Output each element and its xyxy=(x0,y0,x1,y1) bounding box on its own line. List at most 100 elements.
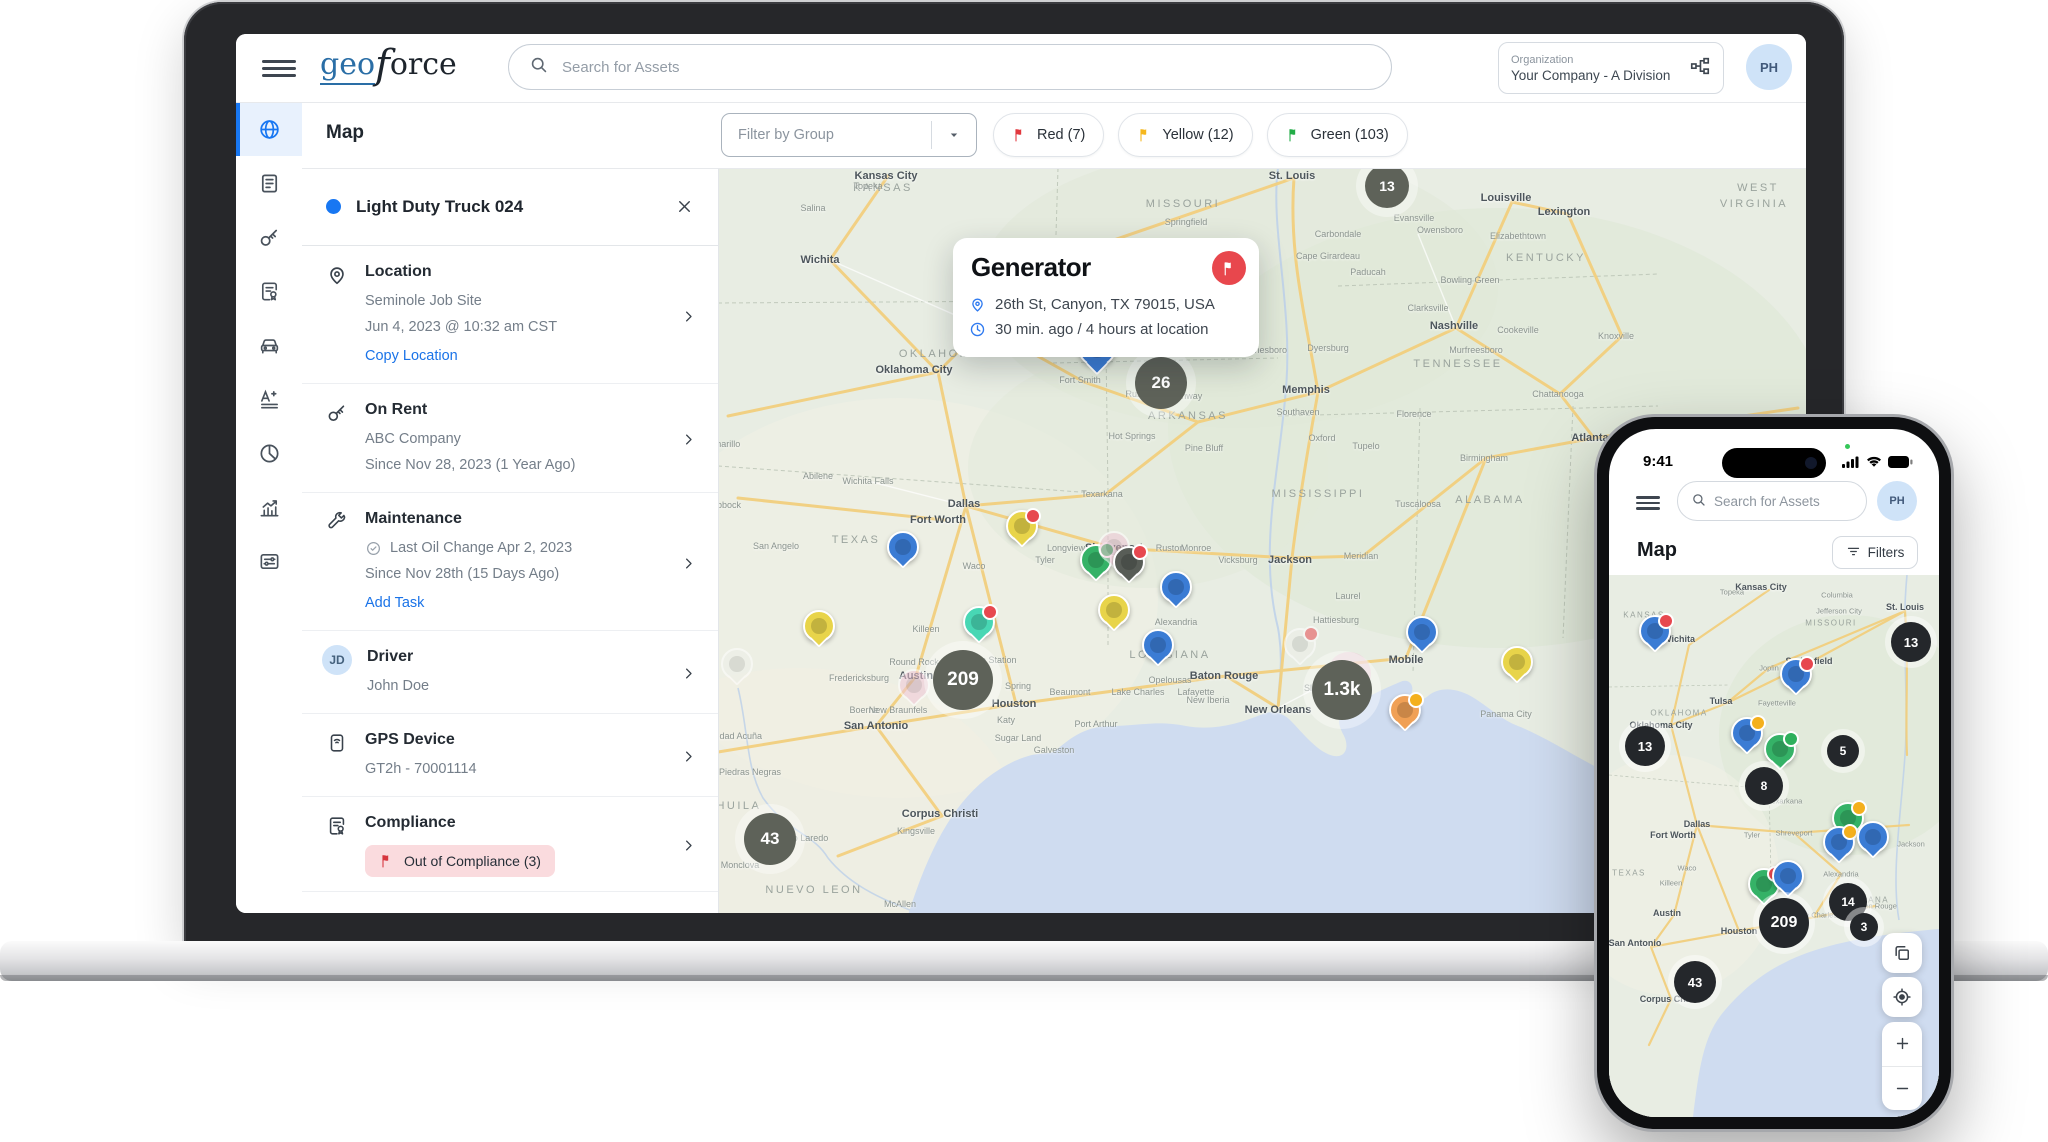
map-pin-blue[interactable] xyxy=(1857,821,1889,853)
phone-asset-search[interactable]: Search for Assets xyxy=(1677,481,1867,521)
phone-map[interactable]: KANSASMISSOURIOKLAHOMATEXASLOUISIANAKans… xyxy=(1609,575,1939,1117)
map-cluster-8[interactable]: 8 xyxy=(1745,767,1783,805)
map-label: Louisville xyxy=(1481,192,1532,204)
map-cluster-43[interactable]: 43 xyxy=(1674,961,1716,1003)
console-icon xyxy=(258,550,281,573)
flag-icon xyxy=(379,853,395,869)
asset-search[interactable] xyxy=(508,44,1392,90)
analytics-icon xyxy=(258,496,281,519)
map-label: Bowling Green xyxy=(1440,275,1499,285)
map-label: KENTUCKY xyxy=(1506,252,1586,264)
map-label: Baton Rouge xyxy=(1190,670,1258,682)
map-label: Nashville xyxy=(1430,320,1478,332)
status-dot-red xyxy=(1658,613,1674,629)
map-pin-blue[interactable] xyxy=(1160,571,1192,603)
map-pin-blue[interactable] xyxy=(1780,658,1812,690)
map-pin-yellow[interactable] xyxy=(1098,594,1130,626)
red-flag-button[interactable] xyxy=(1212,251,1246,285)
map-label: Wichita Falls xyxy=(842,476,893,486)
map-label: OKLAHOMA xyxy=(1650,709,1707,718)
map-pin-green[interactable] xyxy=(1764,733,1796,765)
map-pin-teal[interactable] xyxy=(963,606,995,638)
flag-filter-green[interactable]: Green (103) xyxy=(1267,113,1408,157)
user-avatar[interactable]: PH xyxy=(1746,44,1792,90)
map-label: Elizabethtown xyxy=(1490,231,1546,241)
map-pin-white[interactable] xyxy=(721,648,753,680)
filter-by-group-dropdown[interactable]: Filter by Group xyxy=(721,113,977,157)
map-label: New Orleans xyxy=(1245,704,1312,716)
map-cluster-1.3k[interactable]: 1.3k xyxy=(1312,660,1372,720)
phone-user-avatar[interactable]: PH xyxy=(1877,481,1917,521)
flag-filter-yellow[interactable]: Yellow (12) xyxy=(1118,113,1252,157)
flag-filter-red[interactable]: Red (7) xyxy=(993,113,1104,157)
map-label: Killeen xyxy=(1660,879,1683,888)
sidebar-item-form[interactable] xyxy=(236,156,302,210)
map-label: MISSOURI xyxy=(1146,198,1220,210)
map-label: Southaven xyxy=(1276,407,1319,417)
signal-icon xyxy=(1842,455,1860,473)
zoom-in-button[interactable] xyxy=(1882,1022,1922,1067)
map-pin-blue[interactable] xyxy=(1639,615,1671,647)
sidebar-item-globe[interactable] xyxy=(236,102,302,156)
map-pin-yellow[interactable] xyxy=(1501,646,1533,678)
map-label: Dallas xyxy=(1684,819,1711,829)
screenshot-root: geoforce Organization Your Company - A D… xyxy=(0,0,2048,1142)
map-cluster-26[interactable]: 26 xyxy=(1135,357,1187,409)
map-pin-yellow[interactable] xyxy=(803,610,835,642)
driver-avatar: JD xyxy=(322,645,352,675)
map-label: Topeka xyxy=(1720,588,1744,597)
map-cluster-43[interactable]: 43 xyxy=(744,813,796,865)
map-pin-gray[interactable] xyxy=(1113,546,1145,578)
sidebar-item-car[interactable] xyxy=(236,318,302,372)
map-pin-white[interactable] xyxy=(1284,628,1316,660)
map-label: Texarkana xyxy=(1081,489,1123,499)
map-pin-blue[interactable] xyxy=(1731,717,1763,749)
chevron-right-icon[interactable] xyxy=(681,749,696,764)
sidebar-item-analytics[interactable] xyxy=(236,480,302,534)
chevron-right-icon[interactable] xyxy=(681,666,696,681)
sidebar-item-pie[interactable] xyxy=(236,426,302,480)
section-link[interactable]: Add Task xyxy=(365,590,666,616)
sidebar-item-key[interactable] xyxy=(236,210,302,264)
menu-hamburger-icon[interactable] xyxy=(262,56,296,80)
chevron-right-icon[interactable] xyxy=(681,432,696,447)
zoom-out-button[interactable] xyxy=(1882,1067,1922,1111)
map-pin-blue[interactable] xyxy=(887,531,919,563)
sidebar-item-certificate[interactable] xyxy=(236,264,302,318)
sidebar-item-text-annotation[interactable] xyxy=(236,372,302,426)
section-title: Location xyxy=(365,263,666,281)
map-cluster-13[interactable]: 13 xyxy=(1625,726,1665,766)
chevron-right-icon[interactable] xyxy=(681,838,696,853)
close-icon[interactable] xyxy=(675,197,694,216)
sidebar-item-console[interactable] xyxy=(236,534,302,588)
map-label: Memphis xyxy=(1282,384,1330,396)
search-input[interactable] xyxy=(560,58,1371,77)
map-cluster-13[interactable]: 13 xyxy=(1891,622,1931,662)
map-label: Shreveport xyxy=(1776,829,1813,838)
map-pin-blue[interactable] xyxy=(1772,860,1804,892)
locate-me-button[interactable] xyxy=(1882,977,1922,1017)
wifi-icon xyxy=(1866,455,1882,473)
chevron-right-icon[interactable] xyxy=(681,556,696,571)
map-layers-button[interactable] xyxy=(1882,933,1922,973)
organization-selector[interactable]: Organization Your Company - A Division xyxy=(1498,42,1724,94)
phone-menu-hamburger-icon[interactable] xyxy=(1636,493,1660,510)
asset-section-compliance: ComplianceOut of Compliance (3) xyxy=(302,797,718,892)
section-link[interactable]: Copy Location xyxy=(365,343,666,369)
section-line: Jun 4, 2023 @ 10:32 am CST xyxy=(365,314,666,340)
map-cluster-3[interactable]: 3 xyxy=(1850,913,1878,941)
logo-orce: orce xyxy=(390,47,457,82)
map-label: ARKANSAS xyxy=(1148,410,1228,422)
map-pin-yellow[interactable] xyxy=(1006,510,1038,542)
map-pin-blue[interactable] xyxy=(1406,616,1438,648)
map-pin-orange[interactable] xyxy=(1389,694,1421,726)
map-cluster-209[interactable]: 209 xyxy=(1759,898,1809,948)
chevron-right-icon[interactable] xyxy=(681,309,696,324)
map-pin-blue[interactable] xyxy=(1823,826,1855,858)
map-cluster-5[interactable]: 5 xyxy=(1827,735,1859,767)
map-label: TENNESSEE xyxy=(1413,358,1502,370)
map-pin-pink[interactable] xyxy=(898,669,930,701)
map-cluster-209[interactable]: 209 xyxy=(933,650,993,710)
phone-filters-button[interactable]: Filters xyxy=(1832,536,1918,569)
map-pin-blue[interactable] xyxy=(1142,629,1174,661)
